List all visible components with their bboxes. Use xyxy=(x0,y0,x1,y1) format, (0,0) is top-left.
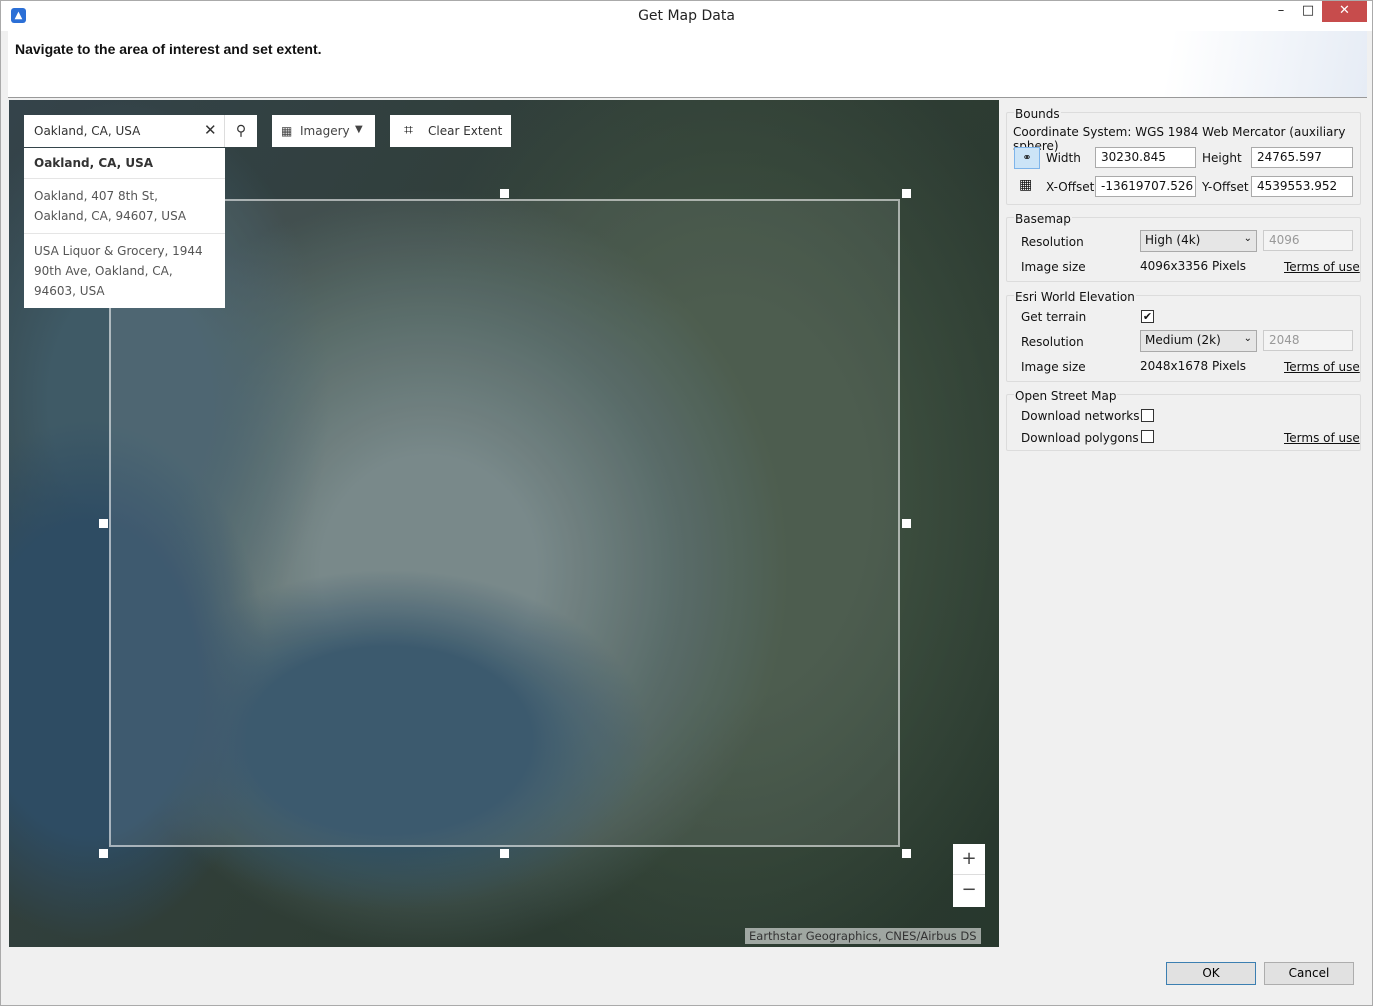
basemap-resolution-pixels: 4096 xyxy=(1263,230,1353,251)
ok-button[interactable]: OK xyxy=(1166,962,1256,985)
download-polygons-label: Download polygons xyxy=(1021,431,1139,445)
extent-handle-ne[interactable] xyxy=(902,189,911,198)
osm-group: Open Street Map Download networks Downlo… xyxy=(1006,389,1361,451)
extent-handle-se[interactable] xyxy=(902,849,911,858)
grid-extent-icon[interactable]: ▦ xyxy=(1019,177,1032,193)
get-terrain-checkbox[interactable]: ✔ xyxy=(1141,310,1154,323)
dialog-window: ▲ Get Map Data – □ ✕ Navigate to the are… xyxy=(0,0,1373,1006)
extent-handle-n[interactable] xyxy=(500,189,509,198)
bounds-group: Bounds Coordinate System: WGS 1984 Web M… xyxy=(1006,107,1361,205)
download-networks-checkbox[interactable] xyxy=(1141,409,1154,422)
basemap-image-size-label: Image size xyxy=(1021,260,1086,274)
yoffset-input[interactable]: 4539553.952 xyxy=(1251,176,1353,197)
basemap-resolution-value: High (4k) xyxy=(1145,233,1201,247)
search-icon[interactable]: ⚲ xyxy=(224,115,257,147)
caret-down-icon: ▼ xyxy=(355,124,363,135)
clear-extent-button[interactable]: ⌗ Clear Extent xyxy=(390,115,511,147)
elevation-group: Esri World Elevation Get terrain ✔ Resol… xyxy=(1006,290,1361,382)
close-button[interactable]: ✕ xyxy=(1322,1,1367,22)
zoom-in-button[interactable]: + xyxy=(953,844,985,875)
basemap-resolution-label: Resolution xyxy=(1021,235,1084,249)
get-terrain-label: Get terrain xyxy=(1021,310,1087,324)
basemap-resolution-select[interactable]: High (4k) ⌄ xyxy=(1140,230,1257,252)
xoffset-label: X-Offset xyxy=(1046,180,1095,194)
extent-handle-sw[interactable] xyxy=(99,849,108,858)
minimize-button[interactable]: – xyxy=(1266,1,1296,22)
extent-handle-e[interactable] xyxy=(902,519,911,528)
elevation-resolution-pixels: 2048 xyxy=(1263,330,1353,351)
elevation-resolution-label: Resolution xyxy=(1021,335,1084,349)
elevation-resolution-select[interactable]: Medium (2k) ⌄ xyxy=(1140,330,1257,352)
search-box[interactable]: Oakland, CA, USA ✕ ⚲ xyxy=(24,115,257,147)
chevron-down-icon: ⌄ xyxy=(1243,233,1252,244)
zoom-out-button[interactable]: − xyxy=(953,875,985,906)
crop-icon: ⌗ xyxy=(404,120,414,139)
search-input[interactable]: Oakland, CA, USA xyxy=(34,124,140,138)
elevation-legend: Esri World Elevation xyxy=(1014,290,1136,304)
height-input[interactable]: 24765.597 xyxy=(1251,147,1353,168)
suggestion-item[interactable]: Oakland, CA, USA xyxy=(24,148,225,179)
extent-rectangle[interactable] xyxy=(109,199,900,847)
basemap-gallery-icon: ▦ xyxy=(281,124,293,138)
basemap-label: Imagery xyxy=(300,124,350,138)
elevation-resolution-value: Medium (2k) xyxy=(1145,333,1221,347)
window-title: Get Map Data xyxy=(638,8,735,24)
elevation-image-size-label: Image size xyxy=(1021,360,1086,374)
maximize-button[interactable]: □ xyxy=(1293,1,1323,22)
osm-legend: Open Street Map xyxy=(1014,389,1118,403)
instruction-banner: Navigate to the area of interest and set… xyxy=(8,31,1367,98)
clear-extent-label: Clear Extent xyxy=(428,124,503,138)
elevation-terms-link[interactable]: Terms of use xyxy=(1284,360,1360,374)
elevation-image-size: 2048x1678 Pixels xyxy=(1140,359,1247,373)
basemap-terms-link[interactable]: Terms of use xyxy=(1284,260,1360,274)
instruction-text: Navigate to the area of interest and set… xyxy=(15,41,322,57)
xoffset-input[interactable]: -13619707.526 xyxy=(1095,176,1196,197)
settings-panel: Bounds Coordinate System: WGS 1984 Web M… xyxy=(1004,100,1364,950)
cancel-button[interactable]: Cancel xyxy=(1264,962,1354,985)
map-view[interactable]: Oakland, CA, USA ✕ ⚲ Oakland, CA, USA Oa… xyxy=(9,100,999,947)
width-label: Width xyxy=(1046,151,1081,165)
extent-handle-s[interactable] xyxy=(500,849,509,858)
basemap-button[interactable]: ▦ Imagery ▼ xyxy=(272,115,375,147)
download-polygons-checkbox[interactable] xyxy=(1141,430,1154,443)
suggestion-item[interactable]: USA Liquor & Grocery, 1944 90th Ave, Oak… xyxy=(24,234,225,308)
basemap-group: Basemap Resolution High (4k) ⌄ 4096 Image… xyxy=(1006,212,1361,282)
height-label: Height xyxy=(1202,151,1242,165)
zoom-control: + − xyxy=(953,844,985,907)
bounds-legend: Bounds xyxy=(1014,107,1061,121)
basemap-legend: Basemap xyxy=(1014,212,1072,226)
clear-search-icon[interactable]: ✕ xyxy=(204,121,217,139)
osm-terms-link[interactable]: Terms of use xyxy=(1284,431,1360,445)
map-attribution: Earthstar Geographics, CNES/Airbus DS xyxy=(745,928,981,944)
title-bar: ▲ Get Map Data – □ ✕ xyxy=(1,1,1372,31)
suggestion-item[interactable]: Oakland, 407 8th St, Oakland, CA, 94607,… xyxy=(24,179,225,234)
extent-handle-w[interactable] xyxy=(99,519,108,528)
basemap-image-size: 4096x3356 Pixels xyxy=(1140,259,1247,273)
yoffset-label: Y-Offset xyxy=(1202,180,1249,194)
width-input[interactable]: 30230.845 xyxy=(1095,147,1196,168)
link-aspect-icon[interactable]: ⚭ xyxy=(1014,147,1040,169)
download-networks-label: Download networks xyxy=(1021,409,1140,423)
chevron-down-icon: ⌄ xyxy=(1243,333,1252,344)
search-suggestions: Oakland, CA, USA Oakland, 407 8th St, Oa… xyxy=(24,148,225,308)
